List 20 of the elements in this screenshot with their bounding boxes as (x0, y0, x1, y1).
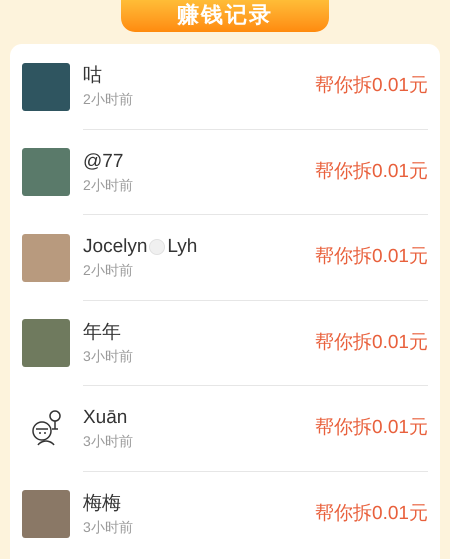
user-name: Xuān (83, 406, 128, 430)
amount-label: 帮你拆0.01元 (315, 416, 428, 440)
amount-label: 帮你拆0.01元 (315, 502, 428, 526)
amount-label: 帮你拆0.01元 (315, 74, 428, 98)
time-label: 3小时前 (83, 346, 134, 366)
user-name: Jocelyn (83, 235, 148, 260)
amount-label: 帮你拆0.01元 (315, 160, 428, 184)
user-name: 年年 (83, 320, 121, 345)
time-label: 2小时前 (83, 176, 134, 195)
time-label: 2小时前 (83, 90, 134, 110)
time-label: 3小时前 (83, 518, 134, 538)
emoji-icon (149, 239, 166, 256)
amount-label: 帮你拆0.01元 (315, 330, 428, 354)
user-name: 梅梅 (83, 492, 121, 516)
time-label: 2小时前 (83, 261, 134, 280)
amount-label: 帮你拆0.01元 (315, 245, 428, 269)
user-name: 咕 (83, 64, 102, 88)
user-name: @77 (83, 150, 124, 174)
time-label: 3小时前 (83, 432, 134, 452)
user-name: Lyh (167, 235, 198, 260)
